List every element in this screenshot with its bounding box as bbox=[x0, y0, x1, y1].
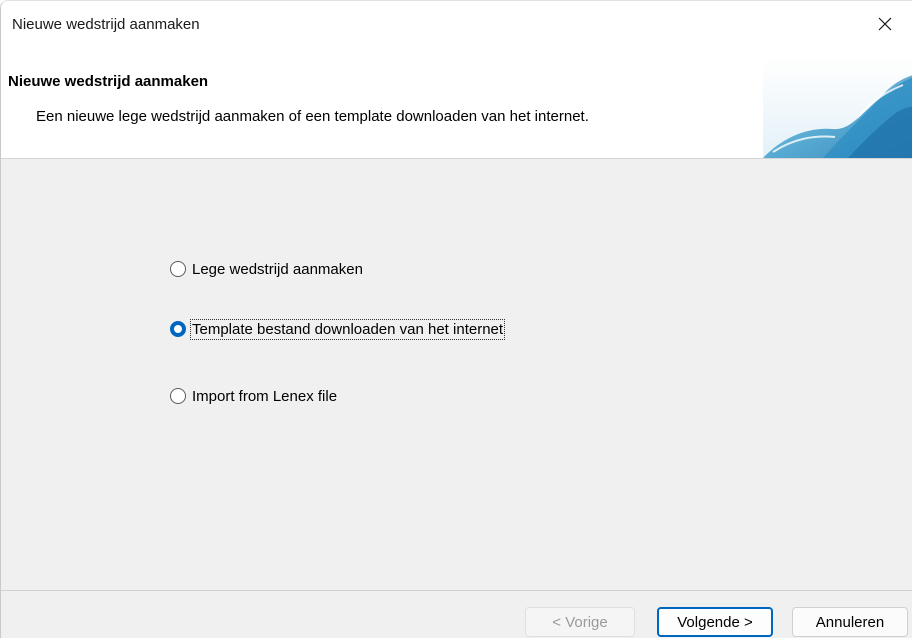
wizard-body: Lege wedstrijd aanmaken Template bestand… bbox=[1, 159, 912, 591]
radio-import-lenex[interactable]: Import from Lenex file bbox=[170, 385, 339, 407]
next-button[interactable]: Volgende > bbox=[657, 607, 773, 637]
radio-button-template[interactable] bbox=[170, 321, 186, 337]
close-button[interactable] bbox=[857, 1, 912, 47]
wizard-footer: < Vorige Volgende > Annuleren bbox=[1, 591, 912, 638]
radio-label-empty: Lege wedstrijd aanmaken bbox=[192, 260, 363, 278]
wave-icon bbox=[763, 57, 912, 158]
radio-empty-competition[interactable]: Lege wedstrijd aanmaken bbox=[170, 258, 365, 280]
radio-download-template[interactable]: Template bestand downloaden van het inte… bbox=[170, 318, 506, 340]
radio-label-lenex: Import from Lenex file bbox=[192, 387, 338, 405]
back-button[interactable]: < Vorige bbox=[525, 607, 635, 637]
close-icon bbox=[878, 17, 892, 31]
window-title: Nieuwe wedstrijd aanmaken bbox=[12, 16, 200, 33]
new-competition-dialog: Nieuwe wedstrijd aanmaken Nieuwe wedstri… bbox=[0, 0, 912, 638]
radio-label-template: Template bestand downloaden van het inte… bbox=[190, 318, 506, 340]
radio-button-lenex[interactable] bbox=[170, 388, 186, 404]
wizard-header-description: Een nieuwe lege wedstrijd aanmaken of ee… bbox=[36, 108, 589, 125]
wizard-header: Nieuwe wedstrijd aanmaken Een nieuwe leg… bbox=[1, 47, 912, 159]
title-bar[interactable]: Nieuwe wedstrijd aanmaken bbox=[1, 1, 912, 47]
wizard-header-title: Nieuwe wedstrijd aanmaken bbox=[8, 73, 209, 90]
cancel-button[interactable]: Annuleren bbox=[792, 607, 908, 637]
radio-button-empty[interactable] bbox=[170, 261, 186, 277]
